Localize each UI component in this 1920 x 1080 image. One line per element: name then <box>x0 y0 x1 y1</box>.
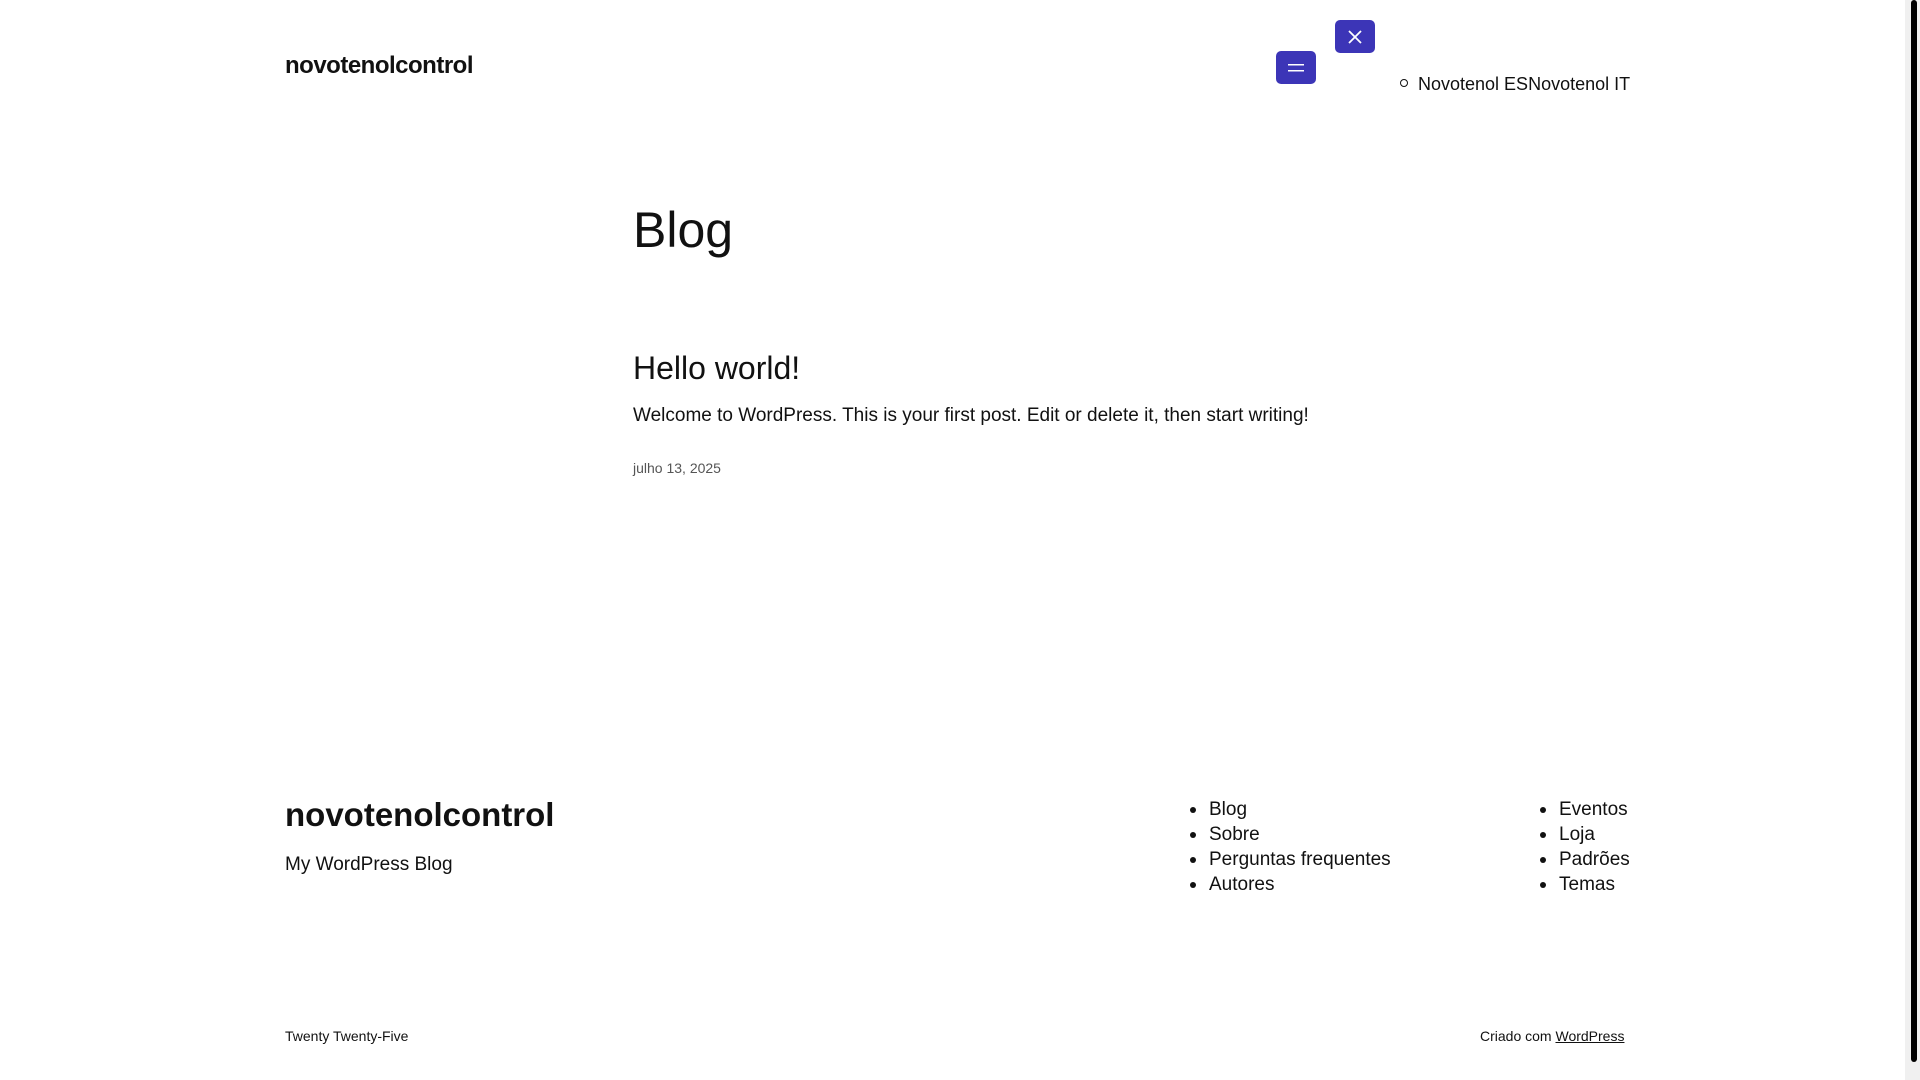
language-link-es[interactable]: Novotenol ES <box>1418 74 1528 94</box>
footer-nav-item: Perguntas frequentes <box>1190 847 1391 872</box>
post-title-link[interactable]: Hello world! <box>633 350 800 386</box>
post-title: Hello world! <box>633 348 800 388</box>
footer-site-title: novotenolcontrol <box>285 795 554 835</box>
footer-link-sobre[interactable]: Sobre <box>1209 824 1260 845</box>
footer-link-padroes[interactable]: Padrões <box>1559 849 1630 870</box>
built-with-prefix: Criado com <box>1480 1028 1552 1044</box>
footer-site-title-link[interactable]: novotenolcontrol <box>285 796 554 833</box>
page-title: Blog <box>633 202 734 258</box>
built-with-credit: Criado com WordPress <box>1480 1027 1624 1045</box>
footer-nav-item: Autores <box>1190 872 1391 897</box>
submenu-bullet <box>1400 79 1408 88</box>
close-icon <box>1348 29 1362 44</box>
footer-link-faq[interactable]: Perguntas frequentes <box>1209 849 1391 870</box>
close-menu-button[interactable] <box>1335 20 1375 53</box>
footer-link-blog[interactable]: Blog <box>1209 799 1247 820</box>
footer-link-temas[interactable]: Temas <box>1559 874 1615 895</box>
footer-nav-item: Loja <box>1540 822 1630 847</box>
site-title[interactable]: novotenolcontrol <box>285 52 473 80</box>
footer-tagline: My WordPress Blog <box>285 854 453 875</box>
scrollbar-thumb[interactable] <box>1911 0 1917 1062</box>
wordpress-link[interactable]: WordPress <box>1555 1028 1624 1044</box>
post-date[interactable]: julho 13, 2025 <box>633 459 721 477</box>
hamburger-icon <box>1288 63 1304 71</box>
footer-link-eventos[interactable]: Eventos <box>1559 799 1628 820</box>
theme-credit: Twenty Twenty-Five <box>285 1028 409 1044</box>
footer-nav-item: Eventos <box>1540 797 1630 822</box>
footer-nav-item: Sobre <box>1190 822 1391 847</box>
footer-link-loja[interactable]: Loja <box>1559 824 1595 845</box>
footer-nav-item: Padrões <box>1540 847 1630 872</box>
footer-nav-item: Temas <box>1540 872 1630 897</box>
language-menu: Novotenol ESNovotenol IT <box>1400 74 1630 94</box>
footer-nav-primary: Blog Sobre Perguntas frequentes Autores <box>1190 797 1391 897</box>
open-menu-button[interactable] <box>1276 51 1316 84</box>
footer-nav-secondary: Eventos Loja Padrões Temas <box>1540 797 1630 897</box>
footer-link-autores[interactable]: Autores <box>1209 874 1274 895</box>
post-excerpt: Welcome to WordPress. This is your first… <box>633 405 1309 426</box>
language-link-it[interactable]: Novotenol IT <box>1528 74 1630 94</box>
footer-nav-item: Blog <box>1190 797 1391 822</box>
